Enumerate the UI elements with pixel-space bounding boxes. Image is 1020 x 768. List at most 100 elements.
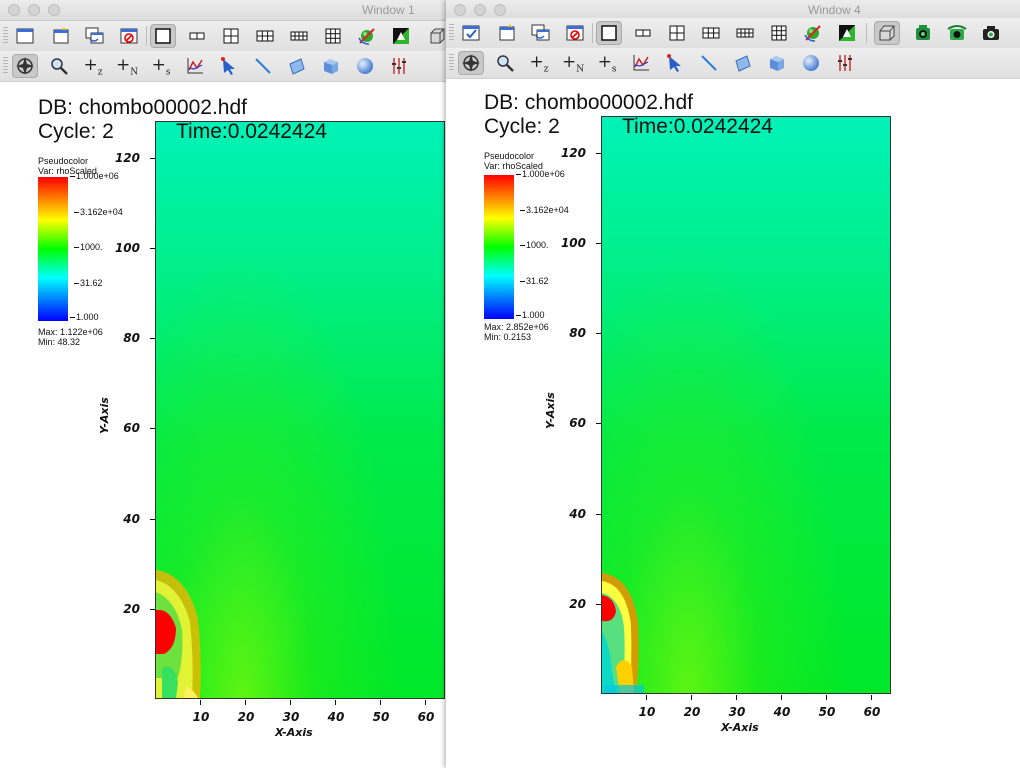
minimize-window-button[interactable] [474,4,486,16]
layout-3x3-button[interactable] [766,21,792,45]
lock-view-button[interactable] [910,21,936,45]
layout-2x2-icon [223,28,239,44]
spreadsheet-pick-button[interactable]: +s [148,54,174,78]
x-tick-label: 10 [638,705,656,719]
y-tick-label: 20 [123,602,140,616]
spin-button[interactable] [354,24,380,48]
toolbar-grip[interactable] [3,57,8,75]
line-tool-button[interactable] [696,51,722,75]
view-3d-button[interactable] [874,21,900,45]
visualization-area[interactable]: DB: chombo00002.hdf Cycle: 2 Time:0.0242… [446,79,1020,768]
layout-1x1-icon [155,28,171,44]
lineout-button[interactable] [628,51,654,75]
plane-tool-button[interactable] [284,54,310,78]
layout-2x2-button[interactable] [664,21,690,45]
layout-1x2-button[interactable] [630,21,656,45]
cycle-label: Cycle: 2 [484,115,560,138]
view-3d-button[interactable] [424,24,446,48]
main-toolbar [446,18,1020,49]
toolbar-grip[interactable] [449,54,454,72]
visualization-area[interactable]: DB: chombo00002.hdf Cycle: 2 Time:0.0242… [0,82,446,768]
database-label: DB: chombo00002.hdf [484,91,693,114]
save-image-button[interactable] [978,21,1004,45]
clone-window-button[interactable] [528,21,554,45]
density-feature [602,573,644,693]
layout-2x3-button[interactable] [252,24,278,48]
layout-1x1-icon [601,25,617,41]
plane-tool-button[interactable] [730,51,756,75]
zoom-window-button[interactable] [494,4,506,16]
y-tick-mark [150,519,155,520]
axis-restriction-button[interactable] [386,54,412,78]
view-3d-icon [430,28,445,44]
close-window-button[interactable] [8,4,20,16]
x-tick-label: 60 [863,705,881,719]
layout-2x4-button[interactable] [732,21,758,45]
legend-tick: 1000. [520,240,549,250]
y-tick-mark [150,428,155,429]
box-tool-icon [770,56,784,71]
legend-tick: 1000. [74,242,103,252]
layout-1x1-button[interactable] [596,21,622,45]
layout-1x2-icon [189,32,205,40]
sphere-tool-button[interactable] [352,54,378,78]
toolbar-separator [592,23,593,43]
lock-time-button[interactable] [944,21,970,45]
layout-2x2-button[interactable] [218,24,244,48]
layout-3x3-button[interactable] [320,24,346,48]
toolbar-grip[interactable] [3,27,8,45]
line-tool-button[interactable] [250,54,276,78]
layout-2x4-icon [736,28,754,38]
x-tick-label: 40 [773,705,791,719]
toolbar-grip[interactable] [449,24,454,42]
new-window-button[interactable] [12,24,38,48]
invert-background-button[interactable] [388,24,414,48]
zoom-button[interactable] [46,54,72,78]
axis-restriction-button[interactable] [832,51,858,75]
legend-min: Min: 0.2153 [484,332,532,342]
spin-icon [804,25,821,42]
pseudocolor-plot[interactable] [155,121,445,699]
layout-1x1-button[interactable] [150,24,176,48]
point-tool-button[interactable] [216,54,242,78]
line-tool-icon [701,55,717,71]
copy-window-button[interactable] [48,24,74,48]
sphere-tool-button[interactable] [798,51,824,75]
node-pick-button[interactable]: +N [114,54,140,78]
clone-window-button[interactable] [82,24,108,48]
spreadsheet-pick-button[interactable]: +s [594,51,620,75]
layout-2x4-button[interactable] [286,24,312,48]
sphere-tool-icon [357,58,373,74]
zoom-window-button[interactable] [48,4,60,16]
layout-1x2-button[interactable] [184,24,210,48]
navigate-button[interactable] [458,51,484,75]
clear-window-button[interactable] [562,21,588,45]
legend-tick: 1.000e+06 [516,169,565,179]
pseudocolor-plot[interactable] [601,116,891,694]
x-tick-label: 60 [417,710,435,724]
y-axis-title: Y-Axis [98,397,111,434]
invert-background-button[interactable] [834,21,860,45]
zoom-button[interactable] [492,51,518,75]
zone-pick-button[interactable]: +z [526,51,552,75]
box-tool-button[interactable] [764,51,790,75]
zone-pick-button[interactable]: +z [80,54,106,78]
new-window-button[interactable] [458,21,484,45]
point-tool-button[interactable] [662,51,688,75]
spin-button[interactable] [800,21,826,45]
layout-2x3-button[interactable] [698,21,724,45]
node-pick-button[interactable]: +N [560,51,586,75]
copy-window-button[interactable] [494,21,520,45]
title-bar[interactable]: Window 1 [0,0,446,21]
layout-2x3-icon [702,27,720,39]
new-window-icon [16,28,34,44]
layout-3x3-icon [771,25,787,41]
clear-window-button[interactable] [116,24,142,48]
y-tick-label: 100 [114,241,140,255]
lineout-button[interactable] [182,54,208,78]
close-window-button[interactable] [454,4,466,16]
legend-tick: 3.162e+04 [520,205,569,215]
minimize-window-button[interactable] [28,4,40,16]
navigate-button[interactable] [12,54,38,78]
box-tool-button[interactable] [318,54,344,78]
